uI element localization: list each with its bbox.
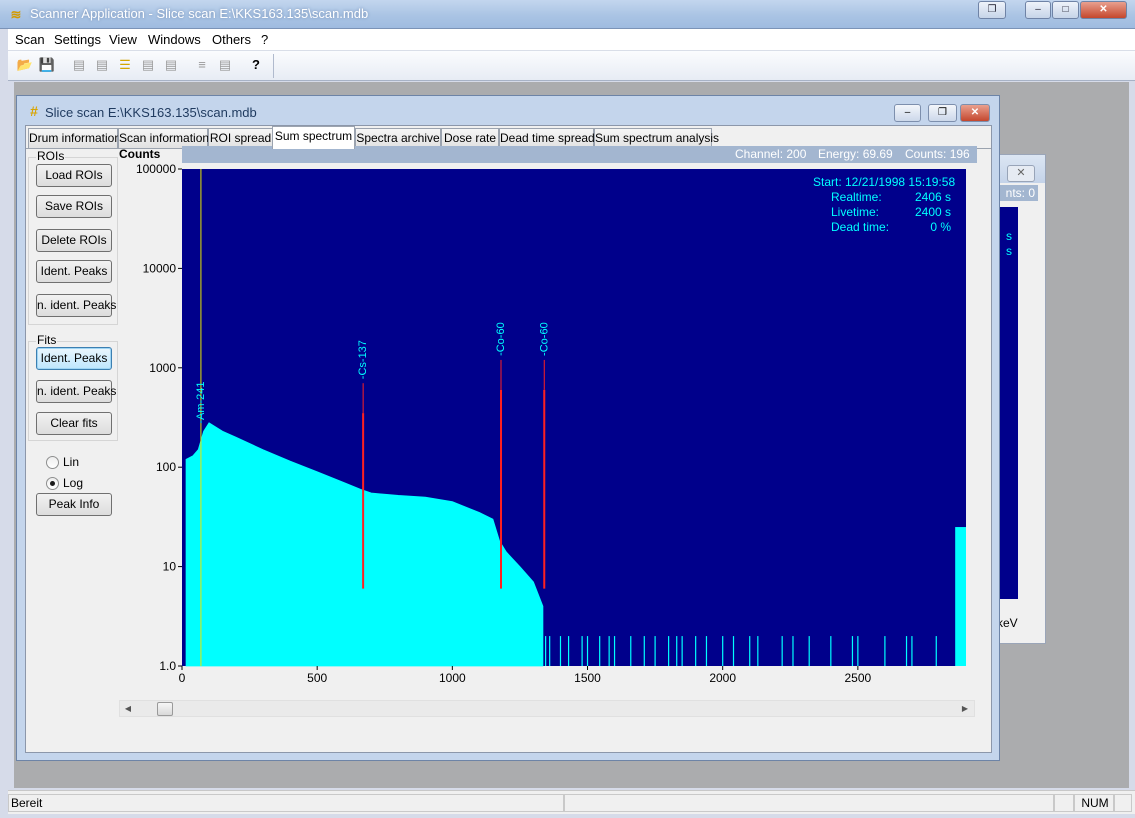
chart-horizontal-scrollbar[interactable]: ◀ ▶	[119, 700, 975, 717]
folder-open-icon[interactable]: 📂	[16, 56, 34, 74]
child-minimize-button[interactable]: –	[894, 104, 921, 122]
x-tick-label: 0	[179, 671, 186, 685]
child-client-area: Drum information Scan information ROI sp…	[25, 125, 992, 753]
status-cell-empty	[564, 794, 1054, 812]
y-tick-label: 100	[156, 460, 176, 474]
x-tick-label: 1000	[439, 671, 466, 685]
slice-scan-window[interactable]: # Slice scan E:\KKS163.135\scan.mdb – ❐ …	[16, 95, 1000, 761]
child-close-button[interactable]: ✕	[960, 104, 990, 122]
layout-1-icon[interactable]: ▤	[70, 56, 88, 74]
x-tick-label: 2000	[709, 671, 736, 685]
maximize-button[interactable]: □	[1052, 1, 1079, 19]
restore-window-icon[interactable]: ❐	[978, 1, 1006, 19]
close-button[interactable]: ✕	[1080, 1, 1127, 19]
app-icon: ≋	[10, 7, 22, 22]
tail-end-area	[955, 527, 966, 666]
info-livetime-label: Livetime:	[831, 205, 879, 219]
info-deadtime-label: Dead time:	[831, 220, 889, 234]
app-title: Scanner Application - Slice scan E:\KKS1…	[30, 6, 369, 21]
scrollbar-thumb[interactable]	[157, 702, 173, 716]
status-bar: Bereit NUM	[8, 790, 1135, 814]
app-title-bar[interactable]: ≋ Scanner Application - Slice scan E:\KK…	[0, 0, 1135, 29]
info-livetime-value: 2400 s	[915, 205, 951, 219]
menu-windows[interactable]: Windows	[148, 32, 201, 47]
y-tick-label: 100000	[136, 162, 176, 176]
status-cell-empty	[1114, 794, 1132, 812]
help-icon[interactable]: ?	[247, 56, 265, 74]
info-start: Start: 12/21/1998 15:19:58	[813, 175, 955, 189]
menu-scan[interactable]: Scan	[15, 32, 45, 47]
x-tick-label: 1500	[574, 671, 601, 685]
info-deadtime-value: 0 %	[930, 220, 951, 234]
scroll-left-icon[interactable]: ◀	[121, 702, 135, 716]
menu-view[interactable]: View	[109, 32, 137, 47]
layout-6-icon[interactable]: ≡	[193, 56, 211, 74]
peak-label: -Am-241	[195, 381, 207, 423]
y-tick-label: 10	[163, 560, 177, 574]
scroll-right-icon[interactable]: ▶	[958, 702, 972, 716]
layout-5-icon[interactable]: ▤	[162, 56, 180, 74]
layout-4-icon[interactable]: ▤	[139, 56, 157, 74]
layout-3-icon[interactable]: ☰	[116, 56, 134, 74]
menu-others[interactable]: Others	[212, 32, 251, 47]
status-cell-empty	[1054, 794, 1074, 812]
background-axis-unit: keV	[997, 616, 1018, 630]
info-realtime-value: 2406 s	[915, 190, 951, 204]
toolbar: 📂 💾 ▤ ▤ ☰ ▤ ▤ ≡ ▤ ?	[8, 51, 1135, 81]
menu-settings[interactable]: Settings	[54, 32, 101, 47]
menu-bar: Scan Settings View Windows Others ?	[8, 29, 1135, 51]
layout-7-icon[interactable]: ▤	[216, 56, 234, 74]
child-window-title: Slice scan E:\KKS163.135\scan.mdb	[45, 105, 257, 120]
num-lock-indicator: NUM	[1074, 794, 1114, 812]
info-realtime-label: Realtime:	[831, 190, 882, 204]
tab-sum-spectrum[interactable]: Sum spectrum	[272, 126, 355, 149]
peak-label: -Cs-137	[357, 340, 369, 379]
save-disk-icon[interactable]: 💾	[38, 56, 56, 74]
child-restore-button[interactable]: ❐	[928, 104, 957, 122]
x-tick-label: 500	[307, 671, 327, 685]
minimize-button[interactable]: –	[1025, 1, 1051, 19]
spectrum-chart[interactable]: -Am-241 -Cs-137 -Co-60 -Co-60 Start: 12/21/1…	[26, 126, 991, 696]
toolbar-separator	[273, 54, 274, 78]
peak-label: -Co-60	[495, 322, 507, 356]
background-info-text: s	[1006, 229, 1012, 243]
status-text: Bereit	[8, 794, 564, 812]
y-tick-label: 1000	[149, 361, 176, 375]
layout-2-icon[interactable]: ▤	[93, 56, 111, 74]
background-window-close-icon[interactable]: ✕	[1007, 165, 1035, 182]
peak-label: -Co-60	[538, 322, 550, 356]
background-info-text: s	[1006, 244, 1012, 258]
menu-help[interactable]: ?	[261, 32, 268, 47]
y-tick-label: 10000	[143, 261, 177, 275]
grid-icon: #	[30, 103, 38, 119]
x-tick-label: 2500	[845, 671, 872, 685]
y-tick-label: 1.0	[159, 659, 176, 673]
